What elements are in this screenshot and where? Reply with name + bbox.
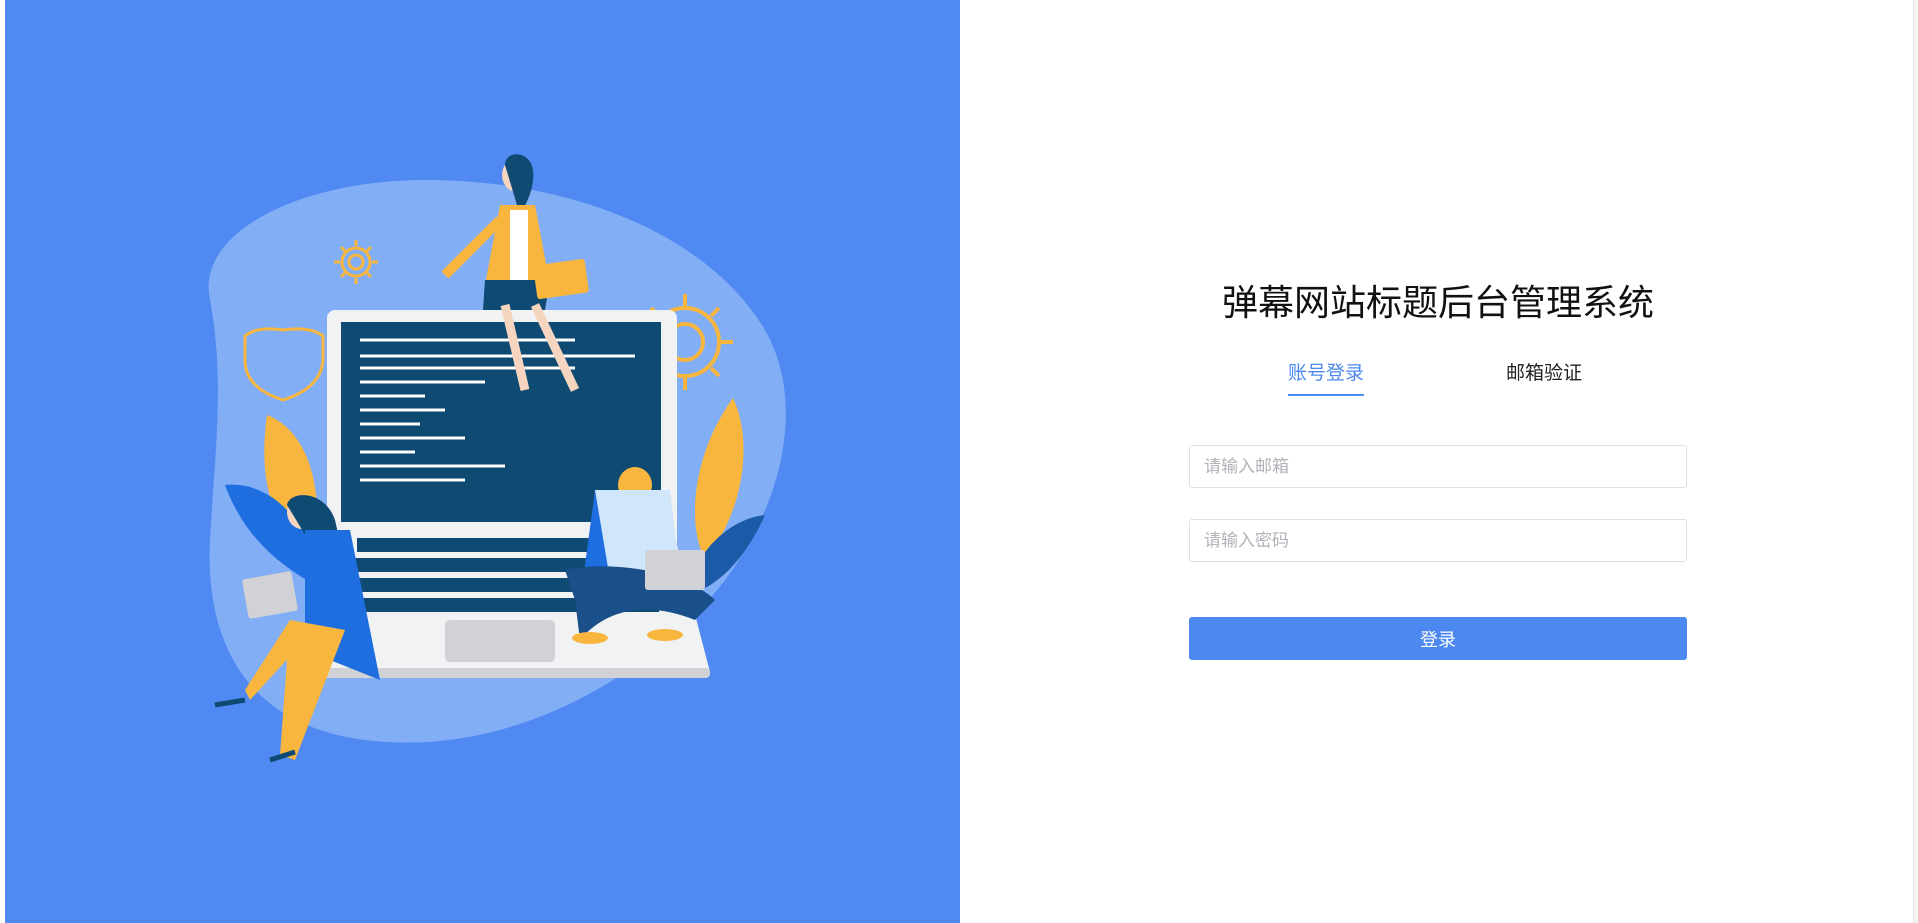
login-page: 弹幕网站标题后台管理系统 账号登录 邮箱验证 登录	[0, 0, 1918, 923]
tab-email-verify[interactable]: 邮箱验证	[1506, 354, 1582, 410]
login-form: 弹幕网站标题后台管理系统 账号登录 邮箱验证 登录	[1189, 270, 1687, 660]
illustration	[208, 154, 786, 763]
illustration-panel	[5, 0, 960, 923]
tab-account-login[interactable]: 账号登录	[1288, 354, 1365, 410]
login-tabs: 账号登录 邮箱验证	[1189, 354, 1687, 410]
email-input[interactable]	[1189, 445, 1687, 488]
scrollbar-edge	[1913, 0, 1918, 923]
page-title: 弹幕网站标题后台管理系统	[1221, 283, 1654, 324]
password-input[interactable]	[1189, 519, 1687, 562]
login-button[interactable]: 登录	[1189, 617, 1687, 660]
